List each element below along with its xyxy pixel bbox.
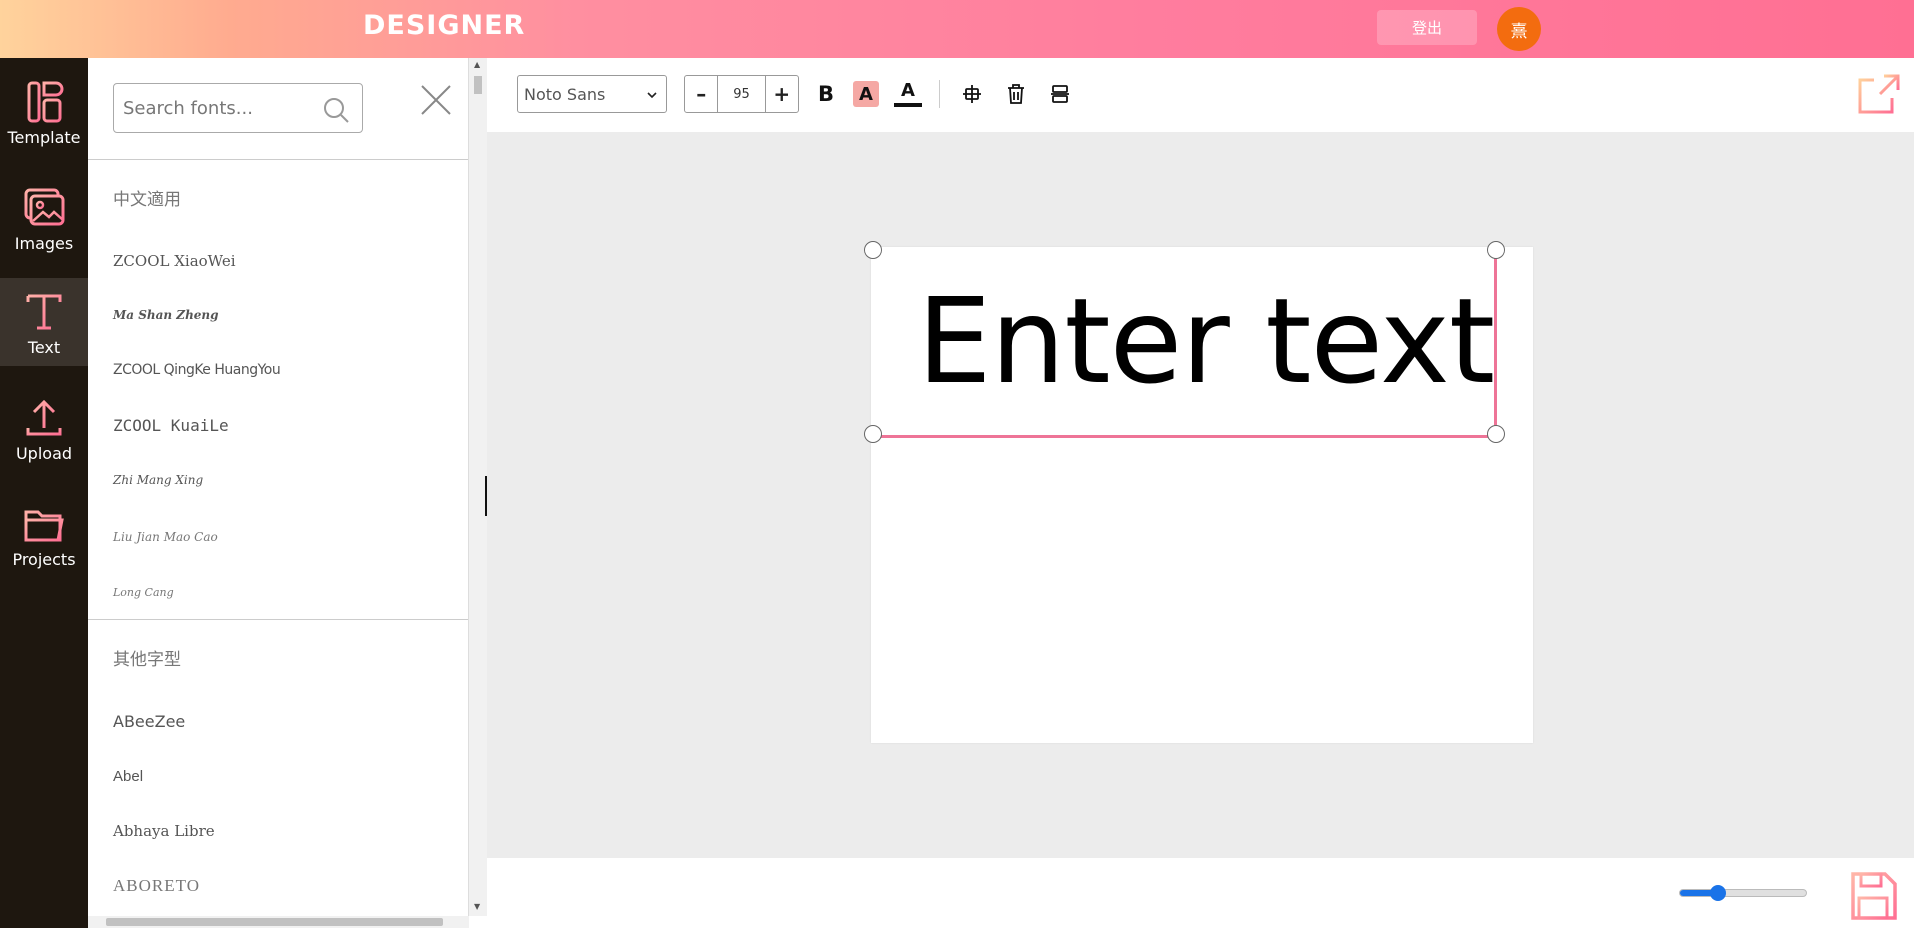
font-item[interactable]: Ma Shan Zheng (113, 308, 219, 322)
font-family-select[interactable]: Noto Sans (517, 75, 667, 113)
nav-item-projects[interactable]: Projects (0, 490, 88, 578)
nav-label: Template (7, 127, 81, 147)
nav-item-images[interactable]: Images (0, 174, 88, 262)
font-size-decrease-button[interactable]: – (685, 76, 717, 112)
font-panel-hscrollbar[interactable] (88, 916, 469, 928)
resize-handle-bottom-right[interactable] (1487, 425, 1505, 443)
text-toolbar: Noto Sans – 95 + B A A (487, 58, 1914, 132)
app-logo[interactable]: DESIGNER (363, 10, 525, 41)
resize-handle-top-right[interactable] (1487, 241, 1505, 259)
section-title-chinese: 中文適用 (113, 190, 181, 210)
font-item[interactable]: Liu Jian Mao Cao (113, 530, 218, 544)
font-item[interactable]: ZCOOL KuaiLe (113, 416, 229, 435)
save-icon[interactable] (1847, 870, 1899, 922)
nav-item-text[interactable]: Text (0, 278, 88, 366)
delete-button[interactable] (1001, 78, 1031, 110)
font-size-stepper: – 95 + (684, 75, 799, 113)
scroll-down-icon[interactable]: ▼ (474, 902, 480, 911)
section-title-other: 其他字型 (113, 650, 181, 670)
user-avatar[interactable]: 熹 (1497, 7, 1541, 51)
font-panel: 中文適用 ZCOOL XiaoWei Ma Shan Zheng ZCOOL Q… (88, 58, 469, 928)
divider (88, 159, 468, 160)
font-item[interactable]: Abhaya Libre (113, 822, 215, 840)
nav-label: Images (14, 233, 74, 253)
align-vertical-center-icon (963, 85, 981, 103)
font-search-input[interactable] (123, 97, 313, 119)
text-color-icon: A (901, 80, 915, 101)
scrollbar-thumb[interactable] (474, 76, 482, 94)
font-item[interactable]: Abel (113, 768, 143, 785)
layer-button[interactable] (1045, 78, 1075, 110)
toolbar-divider (939, 80, 940, 108)
highlight-button[interactable]: A (851, 78, 881, 110)
nav-label: Upload (15, 443, 73, 463)
share-icon[interactable] (1854, 70, 1904, 120)
scroll-up-icon[interactable]: ▲ (474, 60, 480, 69)
left-nav: Template Images Text Upload Projects (0, 58, 88, 928)
nav-label: Projects (12, 549, 76, 569)
canvas-area: Enter text (487, 132, 1914, 858)
font-item[interactable]: ZCOOL XiaoWei (113, 252, 236, 270)
text-icon (26, 294, 62, 329)
chevron-down-icon (647, 92, 657, 99)
text-color-button[interactable]: A (893, 78, 923, 110)
app-header: DESIGNER 登出 熹 (0, 0, 1914, 58)
hscrollbar-thumb[interactable] (106, 918, 443, 926)
template-icon (27, 81, 64, 122)
text-color-swatch (894, 103, 922, 107)
text-element[interactable]: Enter text (873, 250, 1497, 438)
zoom-slider[interactable] (1679, 885, 1807, 901)
text-element-content[interactable]: Enter text (917, 272, 1495, 410)
resize-handle-bottom-left[interactable] (864, 425, 882, 443)
upload-icon (26, 399, 62, 435)
font-item[interactable]: Zhi Mang Xing (113, 473, 203, 487)
highlight-icon: A (853, 81, 879, 107)
font-family-value: Noto Sans (524, 84, 606, 104)
resize-handle-top-left[interactable] (864, 241, 882, 259)
divider (88, 619, 468, 620)
bold-button[interactable]: B (811, 78, 841, 110)
font-item[interactable]: Long Cang (113, 586, 174, 599)
nav-item-template[interactable]: Template (0, 68, 88, 156)
font-item[interactable]: ABeeZee (113, 712, 185, 731)
folder-icon (24, 510, 64, 541)
zoom-slider-knob[interactable] (1710, 885, 1726, 901)
font-item[interactable]: ABORETO (113, 876, 200, 896)
font-search-box[interactable] (113, 83, 363, 133)
close-icon[interactable] (416, 80, 456, 120)
nav-label: Text (27, 337, 61, 357)
font-item[interactable]: ZCOOL QingKe HuangYou (113, 362, 281, 378)
nav-item-upload[interactable]: Upload (0, 384, 88, 472)
font-size-input[interactable]: 95 (717, 76, 766, 112)
images-icon (24, 188, 65, 225)
bottom-bar (487, 858, 1914, 928)
font-size-increase-button[interactable]: + (766, 76, 798, 112)
align-center-button[interactable] (957, 78, 987, 110)
layer-order-icon (1051, 85, 1069, 103)
search-icon[interactable] (322, 96, 350, 124)
trash-icon (1008, 84, 1024, 104)
logout-button[interactable]: 登出 (1377, 10, 1477, 45)
